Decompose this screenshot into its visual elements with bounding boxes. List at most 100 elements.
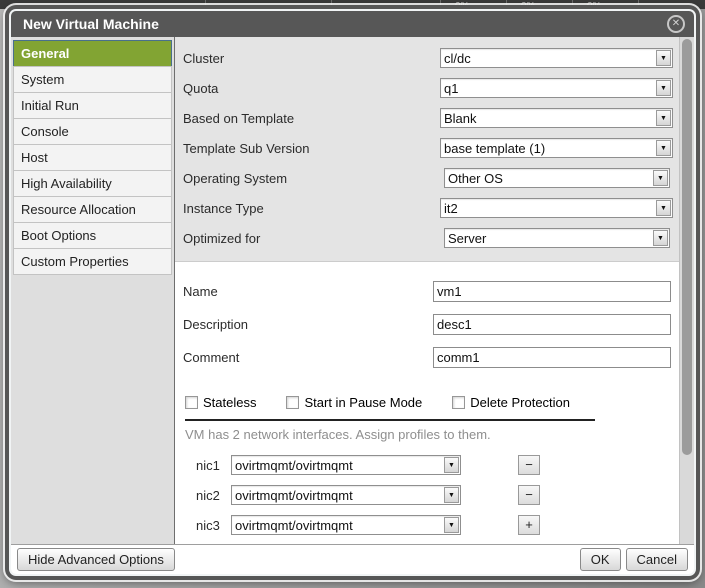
sidebar: General System Initial Run Console Host … xyxy=(11,37,175,544)
cluster-select[interactable]: cl/dc ▼ xyxy=(440,48,673,68)
nic1-remove-button[interactable]: − xyxy=(518,455,540,475)
dialog-footer: Hide Advanced Options OK Cancel xyxy=(11,544,694,574)
template-sub-version-select-value: base template (1) xyxy=(441,141,656,156)
dialog-titlebar: New Virtual Machine ✕ xyxy=(11,11,694,37)
delete-protection-checkbox[interactable] xyxy=(452,396,465,409)
template-settings-panel: Cluster cl/dc ▼ Quota q1 ▼ xyxy=(175,37,679,261)
comment-row: Comment xyxy=(183,341,671,374)
hide-advanced-options-button[interactable]: Hide Advanced Options xyxy=(17,548,175,571)
operating-system-label: Operating System xyxy=(183,171,444,186)
based-on-template-label: Based on Template xyxy=(183,111,440,126)
sidebar-item-boot-options[interactable]: Boot Options xyxy=(13,222,172,249)
optimized-for-label: Optimized for xyxy=(183,231,444,246)
sidebar-item-general[interactable]: General xyxy=(13,40,172,67)
chevron-down-icon[interactable]: ▼ xyxy=(653,170,668,186)
quota-select-value: q1 xyxy=(441,81,656,96)
content-scrollbar[interactable] xyxy=(679,37,694,544)
close-icon[interactable]: ✕ xyxy=(667,15,685,33)
description-label: Description xyxy=(183,317,433,332)
start-in-pause-mode-option: Start in Pause Mode xyxy=(286,395,422,410)
nic3-row: nic3 ovirtmqmt/ovirtmqmt ▼ + xyxy=(183,510,671,540)
nic1-profile-select[interactable]: ovirtmqmt/ovirtmqmt ▼ xyxy=(231,455,461,475)
based-on-template-select[interactable]: Blank ▼ xyxy=(440,108,673,128)
chevron-down-icon[interactable]: ▼ xyxy=(653,230,668,246)
nic3-profile-select[interactable]: ovirtmqmt/ovirtmqmt ▼ xyxy=(231,515,461,535)
sidebar-item-host[interactable]: Host xyxy=(13,144,172,171)
optimized-for-select-value: Server xyxy=(445,231,653,246)
delete-protection-label: Delete Protection xyxy=(470,395,570,410)
instance-type-label: Instance Type xyxy=(183,201,440,216)
new-vm-dialog: New Virtual Machine ✕ General System Ini… xyxy=(5,5,700,580)
based-on-template-row: Based on Template Blank ▼ xyxy=(183,103,673,133)
quota-select[interactable]: q1 ▼ xyxy=(440,78,673,98)
cluster-select-value: cl/dc xyxy=(441,51,656,66)
cluster-row: Cluster cl/dc ▼ xyxy=(183,43,673,73)
nic2-label: nic2 xyxy=(183,488,231,503)
identity-panel: Name Description Comment xyxy=(175,261,679,544)
nics-section-divider xyxy=(185,419,595,421)
chevron-down-icon[interactable]: ▼ xyxy=(656,80,671,96)
chevron-down-icon[interactable]: ▼ xyxy=(656,140,671,156)
dialog-content: New Virtual Machine ✕ General System Ini… xyxy=(11,11,694,574)
name-input[interactable] xyxy=(433,281,671,302)
nic2-profile-value: ovirtmqmt/ovirtmqmt xyxy=(232,488,444,503)
sidebar-item-system[interactable]: System xyxy=(13,66,172,93)
instance-type-select[interactable]: it2 ▼ xyxy=(440,198,673,218)
sidebar-item-custom-properties[interactable]: Custom Properties xyxy=(13,248,172,275)
chevron-down-icon[interactable]: ▼ xyxy=(444,487,459,503)
name-label: Name xyxy=(183,284,433,299)
chevron-down-icon[interactable]: ▼ xyxy=(656,50,671,66)
comment-label: Comment xyxy=(183,350,433,365)
operating-system-row: Operating System Other OS ▼ xyxy=(183,163,673,193)
stateless-option: Stateless xyxy=(185,395,256,410)
form-column: Cluster cl/dc ▼ Quota q1 ▼ xyxy=(175,37,679,544)
stateless-label: Stateless xyxy=(203,395,256,410)
nic1-profile-value: ovirtmqmt/ovirtmqmt xyxy=(232,458,444,473)
nic3-label: nic3 xyxy=(183,518,231,533)
start-in-pause-mode-checkbox[interactable] xyxy=(286,396,299,409)
dialog-main: General System Initial Run Console Host … xyxy=(11,37,694,544)
operating-system-select-value: Other OS xyxy=(445,171,653,186)
template-sub-version-label: Template Sub Version xyxy=(183,141,440,156)
dialog-inner-ring: New Virtual Machine ✕ General System Ini… xyxy=(9,9,696,576)
nic3-profile-value: ovirtmqmt/ovirtmqmt xyxy=(232,518,444,533)
nic2-row: nic2 ovirtmqmt/ovirtmqmt ▼ − xyxy=(183,480,671,510)
sidebar-item-resource-allocation[interactable]: Resource Allocation xyxy=(13,196,172,223)
name-row: Name xyxy=(183,275,671,308)
stateless-checkbox[interactable] xyxy=(185,396,198,409)
optimized-for-row: Optimized for Server ▼ xyxy=(183,223,673,253)
chevron-down-icon[interactable]: ▼ xyxy=(656,200,671,216)
nics-note: VM has 2 network interfaces. Assign prof… xyxy=(185,427,671,442)
dialog-title: New Virtual Machine xyxy=(23,16,667,32)
chevron-down-icon[interactable]: ▼ xyxy=(656,110,671,126)
cluster-label: Cluster xyxy=(183,51,440,66)
nic1-row: nic1 ovirtmqmt/ovirtmqmt ▼ − xyxy=(183,450,671,480)
ok-button[interactable]: OK xyxy=(580,548,621,571)
nic1-label: nic1 xyxy=(183,458,231,473)
based-on-template-select-value: Blank xyxy=(441,111,656,126)
vm-options-row: Stateless Start in Pause Mode Delete Pro… xyxy=(183,395,671,410)
comment-input[interactable] xyxy=(433,347,671,368)
delete-protection-option: Delete Protection xyxy=(452,395,570,410)
general-tab-content: Cluster cl/dc ▼ Quota q1 ▼ xyxy=(175,37,694,544)
nic2-profile-select[interactable]: ovirtmqmt/ovirtmqmt ▼ xyxy=(231,485,461,505)
description-input[interactable] xyxy=(433,314,671,335)
quota-row: Quota q1 ▼ xyxy=(183,73,673,103)
chevron-down-icon[interactable]: ▼ xyxy=(444,517,459,533)
instance-type-row: Instance Type it2 ▼ xyxy=(183,193,673,223)
scrollbar-thumb[interactable] xyxy=(682,39,692,455)
sidebar-item-console[interactable]: Console xyxy=(13,118,172,145)
nic3-add-button[interactable]: + xyxy=(518,515,540,535)
start-in-pause-mode-label: Start in Pause Mode xyxy=(304,395,422,410)
sidebar-item-high-availability[interactable]: High Availability xyxy=(13,170,172,197)
operating-system-select[interactable]: Other OS ▼ xyxy=(444,168,670,188)
chevron-down-icon[interactable]: ▼ xyxy=(444,457,459,473)
quota-label: Quota xyxy=(183,81,440,96)
optimized-for-select[interactable]: Server ▼ xyxy=(444,228,670,248)
cancel-button[interactable]: Cancel xyxy=(626,548,688,571)
nic2-remove-button[interactable]: − xyxy=(518,485,540,505)
instance-type-select-value: it2 xyxy=(441,201,656,216)
template-sub-version-row: Template Sub Version base template (1) ▼ xyxy=(183,133,673,163)
template-sub-version-select[interactable]: base template (1) ▼ xyxy=(440,138,673,158)
sidebar-item-initial-run[interactable]: Initial Run xyxy=(13,92,172,119)
